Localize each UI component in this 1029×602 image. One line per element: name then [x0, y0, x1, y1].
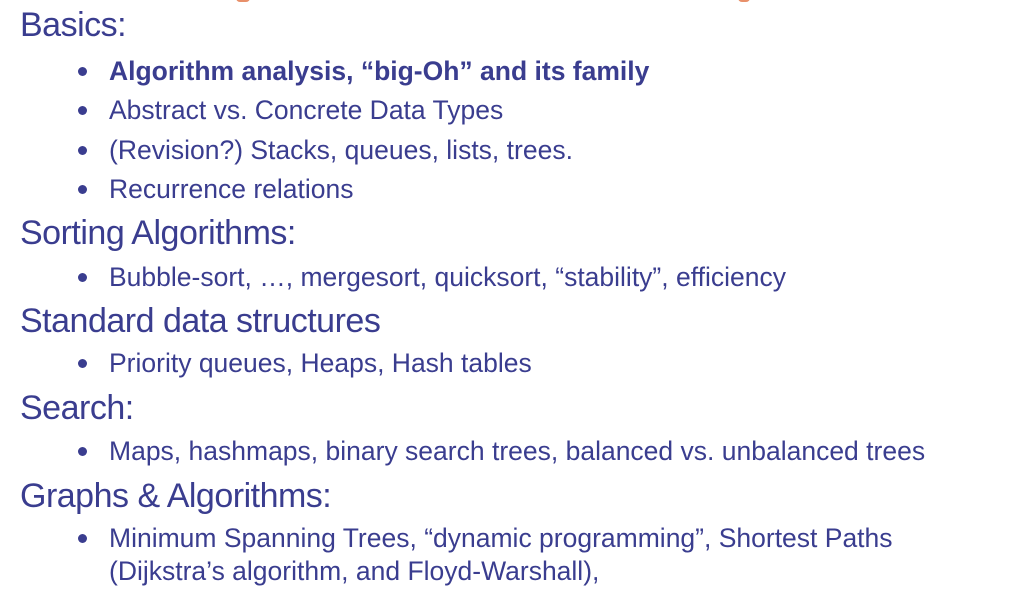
bullet-text: (Revision?) Stacks, queues, lists, trees… [109, 135, 573, 165]
section-heading-data-structures: Standard data structures [20, 302, 381, 340]
cut-off-title-fragment [236, 0, 250, 2]
bullet-icon [78, 358, 87, 368]
bullet-text: Algorithm analysis, “big-Oh” and its fam… [109, 56, 650, 86]
bullet-item: Minimum Spanning Trees, “dynamic program… [78, 521, 893, 555]
section-heading-basics: Basics: [20, 6, 127, 44]
bullet-item: Priority queues, Heaps, Hash tables [78, 346, 532, 380]
bullet-icon [78, 184, 87, 194]
bullet-icon [78, 533, 87, 543]
bullet-text: Maps, hashmaps, binary search trees, bal… [109, 436, 926, 466]
section-heading-search: Search: [20, 389, 134, 427]
cut-off-title-fragment [738, 0, 750, 2]
bullet-item: Bubble-sort, …, mergesort, quicksort, “s… [78, 260, 786, 294]
bullet-continuation: (Dijkstra’s algorithm, and Floyd-Warshal… [109, 556, 600, 586]
bullet-icon [78, 66, 87, 76]
bullet-item: (Revision?) Stacks, queues, lists, trees… [78, 133, 573, 167]
bullet-item: Recurrence relations [78, 172, 354, 206]
bullet-icon [78, 272, 87, 282]
bullet-text: Abstract vs. Concrete Data Types [109, 95, 504, 125]
bullet-icon [78, 145, 87, 155]
bullet-icon [78, 105, 87, 115]
bullet-item: Maps, hashmaps, binary search trees, bal… [78, 434, 925, 468]
bullet-text: Recurrence relations [109, 174, 354, 204]
bullet-item: Abstract vs. Concrete Data Types [78, 93, 503, 127]
bullet-text: Minimum Spanning Trees, “dynamic program… [109, 523, 893, 553]
bullet-item: Algorithm analysis, “big-Oh” and its fam… [78, 54, 649, 88]
section-heading-graphs: Graphs & Algorithms: [20, 477, 332, 515]
section-heading-sorting: Sorting Algorithms: [20, 214, 296, 252]
bullet-icon [78, 446, 87, 456]
bullet-text: Bubble-sort, …, mergesort, quicksort, “s… [109, 262, 786, 292]
bullet-text: Priority queues, Heaps, Hash tables [109, 348, 532, 378]
